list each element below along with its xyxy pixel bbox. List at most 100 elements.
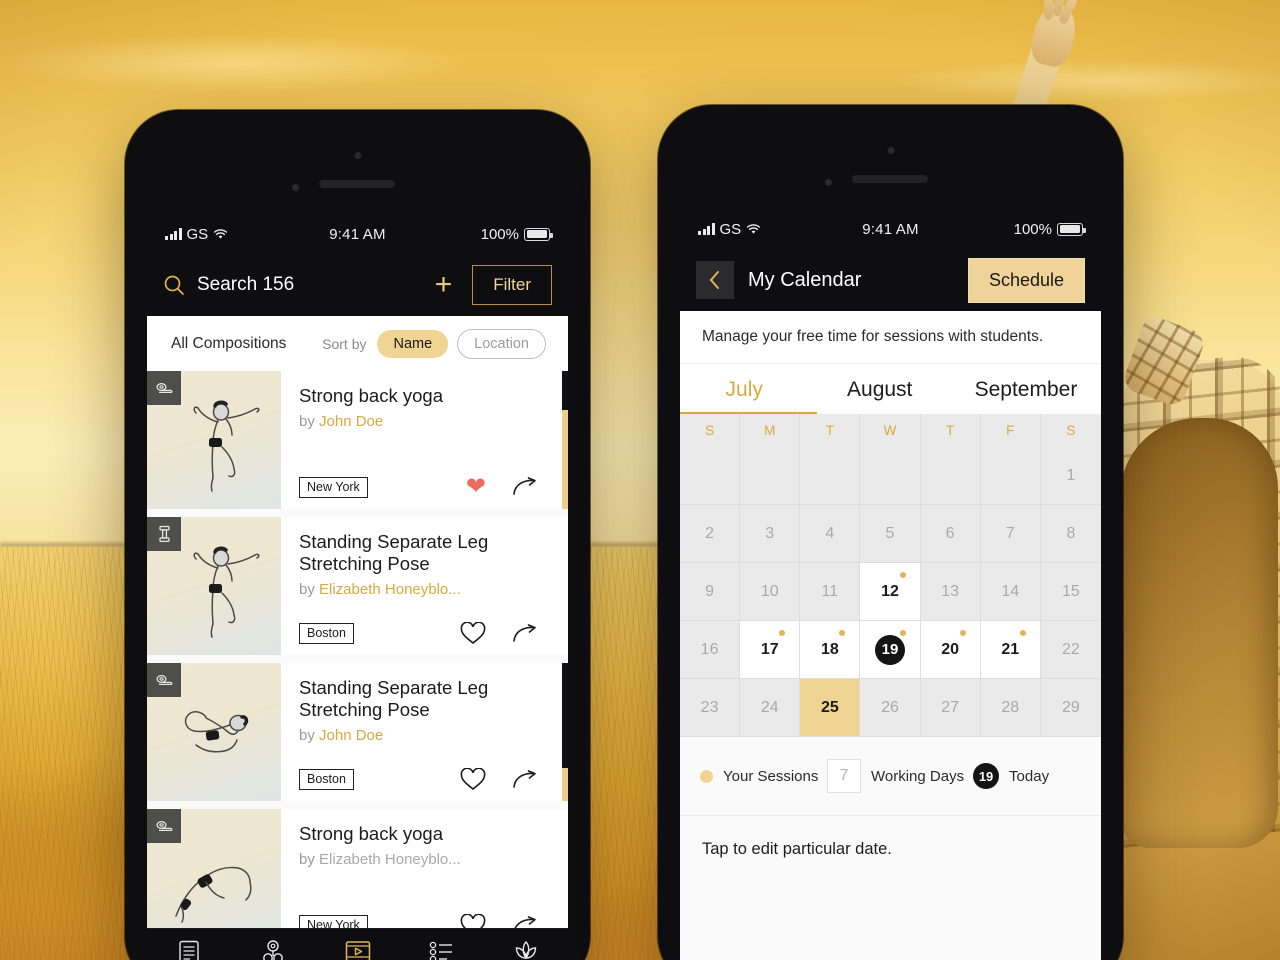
calendar-day-13[interactable]: 13 [920, 563, 981, 621]
calendar-day-19[interactable]: 19 [860, 621, 921, 679]
month-tab-august[interactable]: August [808, 364, 951, 414]
like-heart-icon[interactable]: ❤ [466, 475, 486, 499]
composition-thumbnail [147, 809, 281, 928]
tab-my-sessions[interactable]: My Sessions [400, 939, 484, 960]
add-composition-button[interactable]: + [427, 270, 461, 300]
share-arrow-icon[interactable] [512, 769, 540, 790]
tab-my-feed[interactable]: My Feed [147, 939, 231, 960]
filter-button[interactable]: Filter [472, 265, 552, 305]
calendar-day-22[interactable]: 22 [1040, 621, 1101, 679]
calendar-day-2[interactable]: 2 [680, 505, 741, 563]
calendar-day-7[interactable]: 7 [980, 505, 1041, 563]
calendar-day-27[interactable]: 27 [920, 679, 981, 737]
composition-author-line: by Elizabeth Honeyblo... [299, 581, 552, 598]
calendar-day-11[interactable]: 11 [800, 563, 861, 621]
weekday-label: S [680, 414, 741, 447]
weekday-label: S [1066, 423, 1076, 438]
calendar-day-16[interactable]: 16 [680, 621, 741, 679]
month-tab-september[interactable]: September [951, 364, 1101, 414]
search-input[interactable]: Search 156 [163, 274, 415, 296]
status-right: 100% [423, 225, 553, 243]
calendar-day-28[interactable]: 28 [980, 679, 1041, 737]
status-bar: GS 9:41 AM 100% [147, 214, 568, 254]
calendar-day-29[interactable]: 29 [1040, 679, 1101, 737]
composition-author-line: by John Doe [299, 413, 552, 430]
legend-label: Working Days [871, 767, 965, 785]
calendar-day-14[interactable]: 14 [980, 563, 1041, 621]
card-progress-indicator[interactable] [562, 371, 568, 509]
calendar-day-23[interactable]: 23 [680, 679, 741, 737]
calendar-day-9[interactable]: 9 [680, 563, 741, 621]
composition-card[interactable]: Standing Separate Leg Stretching Pose by… [147, 517, 568, 655]
wifi-icon [747, 224, 761, 234]
session-dot-icon [779, 630, 786, 636]
pose-illustration [193, 400, 260, 492]
composition-thumbnail [147, 371, 281, 509]
compositions-icon [345, 940, 370, 960]
composition-actions [460, 622, 552, 645]
composition-card[interactable]: Strong back yoga by Elizabeth Honeyblo..… [147, 809, 568, 928]
working-days-count: 7 [827, 759, 861, 793]
status-bar: GS 9:41 AM 100% [680, 209, 1101, 249]
share-arrow-icon[interactable] [512, 477, 540, 497]
battery-percent-label: 100% [480, 225, 519, 243]
share-arrow-icon[interactable] [512, 623, 540, 644]
calendar-day-3[interactable]: 3 [740, 505, 801, 563]
session-dot-icon [899, 630, 906, 636]
share-arrow-icon[interactable] [512, 915, 540, 929]
calendar-day-8[interactable]: 8 [1040, 505, 1101, 563]
back-button[interactable] [696, 261, 734, 299]
phone-left: GS 9:41 AM 100% Search 156 + Filter All … [125, 110, 590, 960]
calendar-day-17[interactable]: 17 [740, 621, 801, 679]
sort-controls: Sort by Name Location [322, 329, 546, 359]
composition-author[interactable]: Elizabeth Honeyblo... [319, 851, 461, 868]
composition-author[interactable]: John Doe [319, 727, 383, 744]
composition-author-line: by John Doe [299, 727, 552, 744]
sessions-list-icon [429, 941, 452, 960]
calendar-day-5[interactable]: 5 [860, 505, 921, 563]
composition-card[interactable]: Strong back yoga by John Doe New York ❤ [147, 371, 568, 509]
calendar-day-1[interactable]: 1 [1040, 447, 1101, 505]
composition-author[interactable]: John Doe [319, 413, 383, 430]
calendar-day-10[interactable]: 10 [740, 563, 801, 621]
composition-title: Strong back yoga [299, 385, 443, 406]
card-progress-indicator[interactable] [562, 663, 568, 801]
composition-card[interactable]: Standing Separate Leg Stretching Pose by… [147, 663, 568, 801]
like-heart-icon[interactable] [460, 914, 486, 928]
calendar-day-6[interactable]: 6 [920, 505, 981, 563]
composition-thumbnail [147, 663, 281, 801]
schedule-button[interactable]: Schedule [967, 257, 1085, 303]
calendar-day-21[interactable]: 21 [980, 621, 1041, 679]
status-left: GS [165, 226, 292, 243]
tap-note: Tap to edit particular date. [680, 815, 1101, 883]
bottom-tab-bar: My Feed Instructors C [147, 928, 568, 960]
signal-bars-icon [698, 223, 715, 235]
calendar-day-26[interactable]: 26 [860, 679, 921, 737]
calendar-day-20[interactable]: 20 [920, 621, 981, 679]
month-tab-july[interactable]: July [680, 364, 808, 414]
calendar-day-18[interactable]: 18 [800, 621, 861, 679]
tab-compositions[interactable]: Compositions [315, 939, 399, 960]
calendar-day-12[interactable]: 12 [860, 563, 921, 621]
legend-working-days: 7 Working Days [827, 759, 973, 793]
composition-actions: ❤ [466, 475, 552, 499]
page-title: My Calendar [748, 268, 862, 291]
like-heart-icon[interactable] [460, 768, 486, 791]
composition-title: Standing Separate Leg Stretching Pose [299, 677, 489, 720]
calendar-grid: 1 2 3 4 5 6 7 8 9 10 11 12 13 14 15 16 17 18 19 20 21 22 23 24 2… [680, 447, 1101, 737]
composition-author[interactable]: Elizabeth Honeyblo... [319, 581, 461, 598]
by-prefix: by [299, 412, 320, 430]
calendar-day-24[interactable]: 24 [740, 679, 801, 737]
calendar-day-25[interactable]: 25 [800, 679, 861, 737]
calendar-day-15[interactable]: 15 [1040, 563, 1101, 621]
sort-pill-name[interactable]: Name [377, 330, 449, 358]
like-heart-icon[interactable] [460, 622, 486, 645]
tab-profile[interactable]: Profile [484, 939, 568, 960]
chevron-left-icon [710, 271, 719, 289]
calendar-cell-empty [680, 447, 741, 505]
tab-instructors[interactable]: Instructors [231, 939, 315, 960]
status-time: 9:41 AM [329, 225, 386, 243]
calendar-day-4[interactable]: 4 [800, 505, 861, 563]
sort-pill-location[interactable]: Location [457, 329, 546, 359]
battery-percent-label: 100% [1013, 220, 1052, 238]
